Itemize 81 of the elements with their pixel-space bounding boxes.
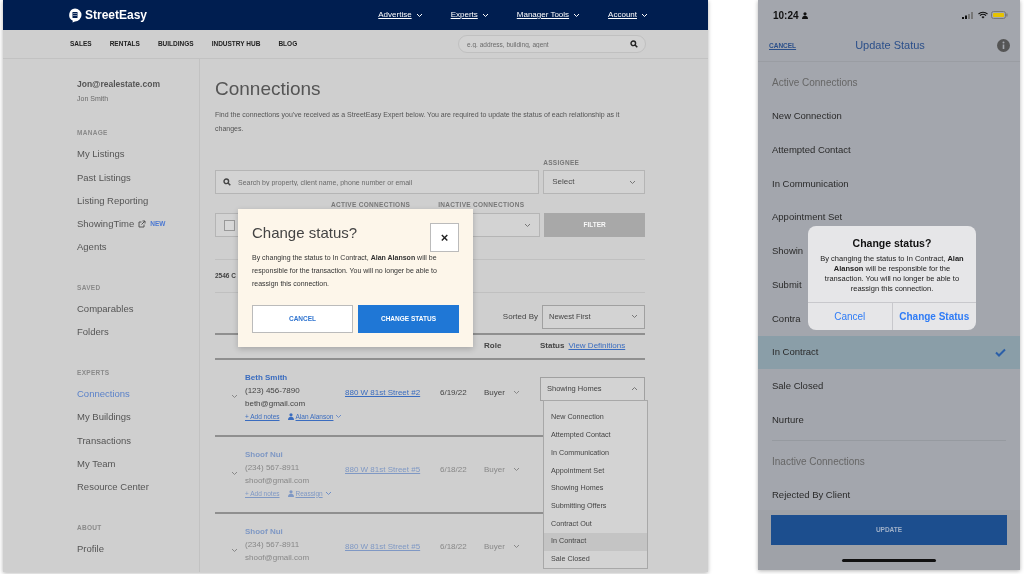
person-icon [801, 11, 808, 19]
role-cell: Buyer [484, 463, 505, 476]
sidebar-item[interactable]: Past Listings [77, 170, 131, 185]
sidebar-item[interactable]: Agents [77, 240, 107, 255]
sidebar-item[interactable]: Resource Center [77, 480, 149, 495]
phone-number: (234) 567-8911 [245, 461, 301, 474]
status-option[interactable]: New Connection [758, 99, 1020, 134]
search-icon [223, 178, 231, 187]
sidebar-item[interactable]: Profile [77, 541, 104, 557]
chevron-down-icon [641, 12, 648, 18]
search-icon [630, 40, 638, 48]
chevron-down-icon [512, 544, 520, 550]
sidebar-item[interactable]: Transactions [77, 433, 132, 448]
close-button[interactable]: × [430, 223, 459, 252]
contact-name[interactable]: Beth Smith [245, 371, 345, 384]
status-option[interactable]: In Communication [758, 167, 1020, 201]
status-option[interactable]: Rejected By Client [758, 478, 1020, 510]
chevron-down-icon [481, 12, 489, 18]
status-time: 10:24 [773, 8, 799, 23]
status-option[interactable]: In Contract [758, 335, 1020, 370]
sidebar-item[interactable]: My Buildings [77, 410, 131, 425]
info-icon[interactable] [997, 39, 1010, 52]
email-address: shoof@gmail.com [245, 551, 311, 564]
chevron-down-icon [512, 467, 520, 473]
wifi-icon [978, 11, 988, 19]
sidebar-item[interactable]: Folders [77, 325, 109, 340]
date-cell: 6/18/22 [440, 541, 467, 551]
sidebar-item[interactable]: My Team [77, 456, 116, 472]
chevron-down-icon [415, 12, 423, 18]
chevron-down-icon [324, 491, 332, 497]
cancel-button[interactable]: Cancel [808, 302, 892, 330]
nav-menu[interactable]: Account [608, 9, 648, 21]
sidebar-item[interactable]: Comparables [77, 302, 134, 317]
status-option[interactable]: Nurture [758, 402, 1020, 437]
sidebar-item[interactable]: My Listings [77, 147, 125, 162]
chevron-down-icon[interactable] [231, 471, 238, 477]
chevron-down-icon[interactable] [231, 548, 238, 554]
screen-title: Update Status [854, 38, 926, 54]
chevron-down-icon [631, 314, 638, 320]
chevron-down-icon [629, 179, 636, 185]
logo-icon[interactable] [68, 7, 82, 23]
logo-text[interactable]: StreetEasy [85, 6, 148, 24]
phone-number: (123) 456-7890 [245, 384, 301, 397]
check-icon [995, 347, 1006, 357]
chevron-down-icon [335, 414, 343, 420]
section-heading: Active Connections [772, 76, 858, 91]
signal-icon [962, 11, 975, 19]
person-icon [287, 490, 294, 498]
date-cell: 6/19/22 [440, 387, 467, 397]
chevron-down-icon [573, 12, 581, 18]
battery-icon [991, 11, 1008, 19]
chevron-down-icon [512, 390, 520, 396]
status-option[interactable]: Sale Closed [758, 369, 1020, 403]
assignee-select[interactable]: Select [543, 170, 645, 195]
person-icon [287, 413, 294, 421]
checkbox[interactable] [224, 219, 235, 231]
chevron-down-icon [524, 222, 532, 228]
nav-menu[interactable]: Experts [450, 9, 489, 21]
sidebar-item[interactable]: Listing Reporting [77, 193, 149, 209]
column-header: Role [484, 340, 503, 353]
status-option[interactable]: Attempted Contact [758, 133, 1020, 168]
nav-menu[interactable]: Manager Tools [516, 9, 581, 21]
role-cell: Buyer [484, 540, 505, 553]
sidebar-item[interactable]: ShowingTime [77, 217, 135, 232]
modal-title: Change status? [252, 223, 358, 243]
definitions-link[interactable]: View Definitions [568, 340, 626, 353]
email-address: beth@gmail.com [245, 397, 307, 410]
sort-label: Sorted By [502, 310, 538, 323]
nav-menu[interactable]: Advertise [378, 9, 423, 21]
date-cell: 6/18/22 [440, 464, 467, 474]
address-link[interactable]: 880 W 81st Street #2 [345, 387, 421, 397]
email-address: shoof@gmail.com [245, 474, 311, 487]
section-heading: Inactive Connections [772, 454, 865, 469]
phone-number: (234) 567-8911 [245, 538, 301, 551]
column-header: Status [540, 340, 565, 353]
page-title: Connections [215, 77, 322, 101]
alert-title: Change status? [851, 236, 933, 251]
role-cell: Buyer [484, 386, 505, 399]
change-status-button[interactable]: Change Status [891, 302, 976, 330]
chevron-down-icon[interactable] [231, 394, 238, 400]
user-email: Jon@realestate.com [77, 78, 161, 91]
